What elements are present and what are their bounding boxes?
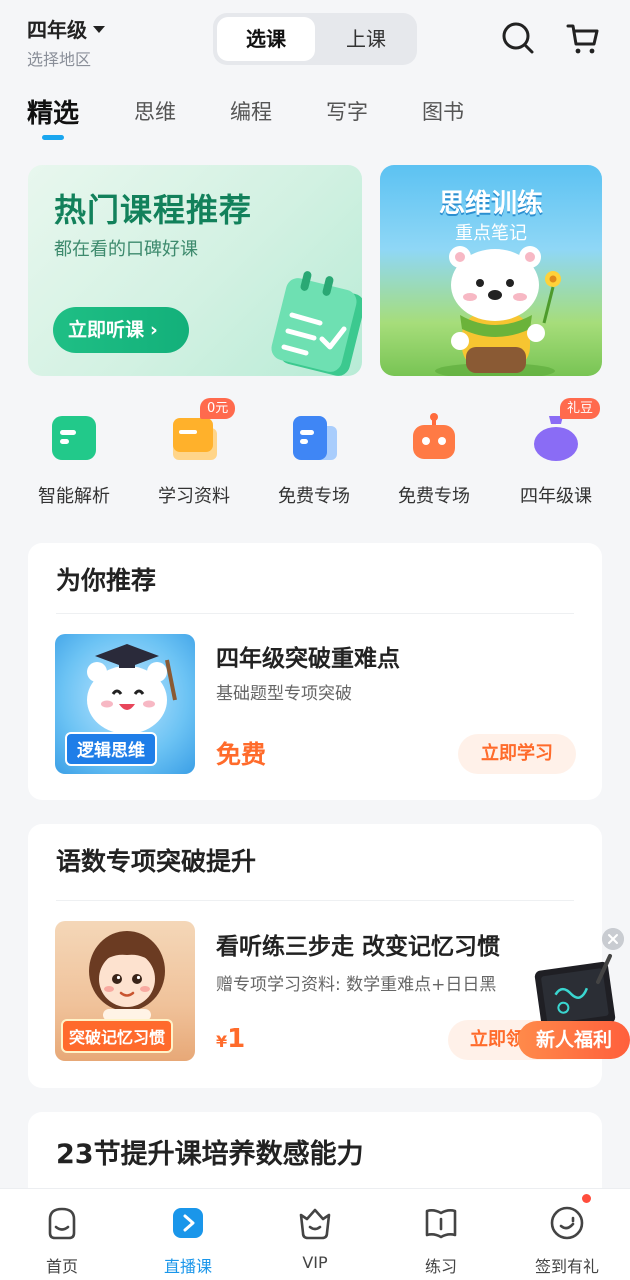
course-subtitle: 基础题型专项突破 (216, 684, 352, 704)
checkin-smile-icon (550, 1206, 584, 1240)
hot-course-banner[interactable]: 热门课程推荐 都在看的口碑好课 立即听课 › (28, 165, 362, 376)
free-doc-icon (293, 416, 337, 460)
quick-item-grade-course[interactable]: 礼豆 四年级课 (496, 398, 616, 508)
badge-gift-beans: 礼豆 (560, 398, 601, 419)
tab-books[interactable]: 图书 (422, 96, 464, 126)
listen-now-label: 立即听课 (68, 319, 145, 341)
course-thumbnail[interactable]: 突破记忆习惯 (55, 921, 195, 1061)
quick-item-free-2[interactable]: 免费专场 (374, 400, 494, 508)
quick-label: 免费专场 (398, 486, 470, 507)
active-tab-indicator (42, 135, 64, 140)
banner-subtitle: 都在看的口碑好课 (54, 239, 198, 260)
nav-practice[interactable]: 练习 (391, 1203, 491, 1277)
girl-illustration (89, 931, 165, 1021)
graduate-bear-illustration (87, 644, 177, 734)
notebook-illustration (271, 271, 362, 376)
segment-attend-class[interactable]: 上课 (317, 17, 415, 61)
vip-crown-icon (299, 1208, 331, 1240)
bear-mascot-illustration (435, 246, 561, 376)
quick-label: 免费专场 (278, 486, 350, 507)
grade-label: 四年级 (27, 18, 87, 42)
category-tabs: 精选 思维 编程 写字 图书 (0, 96, 630, 146)
recommend-card: 为你推荐 逻辑思维 四年级突破重难点 基础题型专项突破 免费 立即学习 (28, 543, 602, 800)
course-price: ¥1 (216, 1024, 245, 1054)
divider (56, 613, 574, 614)
nav-home[interactable]: 首页 (12, 1203, 112, 1277)
course-title[interactable]: 看听练三步走 改变记忆习惯 (216, 927, 500, 961)
nav-label: 首页 (45, 1257, 78, 1276)
price-value: 1 (227, 1024, 246, 1054)
quick-item-free-1[interactable]: 免费专场 (254, 400, 374, 508)
nav-label: VIP (302, 1253, 328, 1272)
tab-thinking[interactable]: 思维 (134, 96, 176, 126)
thumb-label-logic: 逻辑思维 (65, 732, 157, 766)
banner-right-title: 思维训练 (438, 189, 543, 219)
section-title: 23节提升课培养数感能力 (56, 1139, 364, 1170)
nav-label: 直播课 (163, 1257, 212, 1276)
quick-item-materials[interactable]: 0元 学习资料 (134, 398, 254, 508)
divider (56, 900, 574, 901)
region-selector[interactable]: 选择地区 (27, 46, 91, 70)
quick-label: 智能解析 (38, 486, 110, 507)
study-now-button[interactable]: 立即学习 (458, 734, 576, 774)
tab-coding[interactable]: 编程 (230, 96, 272, 126)
drawing-tablet-illustration (534, 954, 616, 1032)
thumb-label-memory: 突破记忆习惯 (61, 1019, 174, 1053)
nav-label: 练习 (424, 1257, 457, 1276)
analysis-icon (52, 416, 96, 460)
header: 四年级 选择地区 选课 上课 精选 思维 编程 写字 图书 (0, 0, 630, 150)
badge-zero-yuan: 0元 (200, 398, 236, 419)
nav-vip[interactable]: VIP (265, 1203, 365, 1272)
tab-featured[interactable]: 精选 (27, 93, 79, 130)
cart-icon[interactable] (565, 20, 601, 56)
robot-icon (413, 413, 455, 459)
caret-down-icon (93, 26, 105, 33)
practice-book-icon (425, 1209, 457, 1239)
nav-checkin[interactable]: 签到有礼 (517, 1203, 617, 1277)
price-symbol: ¥ (216, 1032, 228, 1051)
nav-live[interactable]: 直播课 (138, 1203, 238, 1277)
tab-writing[interactable]: 写字 (326, 96, 368, 126)
course-title[interactable]: 四年级突破重难点 (216, 639, 400, 673)
chevron-right-icon: › (150, 319, 158, 341)
search-icon[interactable] (500, 20, 536, 56)
listen-now-button[interactable]: 立即听课 › (53, 307, 189, 353)
mode-switch: 选课 上课 (213, 13, 417, 65)
nav-label: 签到有礼 (534, 1257, 599, 1276)
thinking-training-banner[interactable]: 思维训练 重点笔记 (380, 165, 602, 376)
section-title: 语数专项突破提升 (56, 847, 257, 876)
home-face-icon (48, 1207, 76, 1240)
banner-right-subtitle: 重点笔记 (455, 223, 527, 244)
notification-dot (582, 1194, 591, 1203)
quick-label: 学习资料 (158, 486, 230, 507)
course-price: 免费 (216, 740, 267, 769)
special-card: 语数专项突破提升 突破记忆习惯 看听练三步走 改变记忆习惯 赠专项学习资料: 数… (28, 824, 602, 1088)
live-play-icon (173, 1208, 203, 1238)
close-icon[interactable] (602, 928, 624, 950)
bottom-navigation: 首页 直播课 VIP 练习 签到有礼 (0, 1188, 630, 1280)
materials-icon (173, 418, 217, 460)
newcomer-benefit-button[interactable]: 新人福利 (518, 1021, 630, 1059)
course-thumbnail[interactable]: 逻辑思维 (55, 634, 195, 774)
quick-entry-row: 智能解析 0元 学习资料 免费专场 免费专场 礼豆 四年级课 (0, 398, 630, 510)
segment-select-course[interactable]: 选课 (217, 17, 315, 61)
quick-item-analysis[interactable]: 智能解析 (14, 400, 134, 508)
quick-label: 四年级课 (520, 486, 592, 507)
course-subtitle: 赠专项学习资料: 数学重难点+日日黑 (216, 975, 497, 995)
banner-title: 热门课程推荐 (54, 191, 253, 229)
bag-icon (534, 416, 578, 461)
grade-selector[interactable]: 四年级 (27, 14, 105, 43)
section-title: 为你推荐 (56, 566, 157, 595)
